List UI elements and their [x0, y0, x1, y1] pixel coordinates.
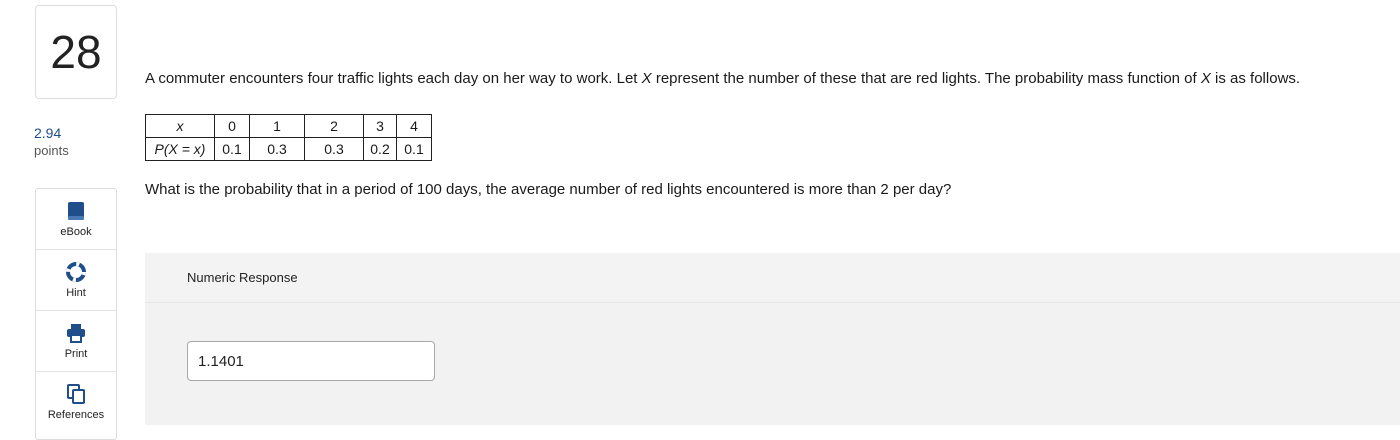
print-label: Print — [64, 347, 88, 360]
stem-text-1: A commuter encounters four traffic light… — [145, 70, 642, 87]
print-button[interactable]: Print — [36, 311, 116, 372]
table-cell: 3 — [363, 114, 397, 138]
table-cell: 0 — [214, 114, 250, 138]
stem-text-3: is as follows. — [1210, 70, 1301, 87]
table-cell: 0.2 — [363, 137, 397, 161]
points-label: points — [34, 143, 69, 158]
ebook-label: eBook — [60, 225, 92, 238]
variable-x-1: X — [641, 70, 652, 87]
numeric-response-input[interactable] — [187, 341, 435, 381]
table-cell: 1 — [249, 114, 305, 138]
pmf-table: x 0 1 2 3 4 P(X = x) 0.1 0.3 0.3 0.2 0.1 — [145, 114, 432, 161]
question-number: 28 — [35, 5, 117, 99]
question-stem: A commuter encounters four traffic light… — [145, 70, 1385, 87]
table-cell: 2 — [304, 114, 364, 138]
pmf-header-row: x 0 1 2 3 4 — [145, 114, 432, 138]
copy-icon — [66, 383, 86, 404]
printer-icon — [66, 323, 86, 343]
tools-panel: eBook Hint Print References — [35, 188, 117, 440]
table-cell: x — [145, 114, 215, 138]
table-cell: 0.1 — [396, 137, 432, 161]
table-cell: 0.3 — [249, 137, 305, 161]
points-block: 2.94 points — [34, 125, 69, 158]
ebook-button[interactable]: eBook — [36, 189, 116, 250]
pmf-prob-row: P(X = x) 0.1 0.3 0.3 0.2 0.1 — [145, 137, 432, 161]
response-heading: Numeric Response — [145, 253, 1400, 303]
followup-question: What is the probability that in a period… — [145, 181, 952, 198]
references-label: References — [47, 408, 105, 421]
hint-button[interactable]: Hint — [36, 250, 116, 311]
hint-label: Hint — [66, 286, 86, 299]
table-cell: P(X = x) — [145, 137, 215, 161]
table-cell: 0.3 — [304, 137, 364, 161]
points-value: 2.94 — [34, 125, 62, 141]
table-cell: 4 — [396, 114, 432, 138]
table-cell: 0.1 — [214, 137, 250, 161]
book-icon — [66, 201, 86, 221]
lifebuoy-icon — [66, 261, 86, 282]
response-panel: Numeric Response — [145, 253, 1400, 425]
variable-x-2: X — [1200, 70, 1211, 87]
stem-text-2: represent the number of these that are r… — [651, 70, 1201, 87]
references-button[interactable]: References — [36, 372, 116, 432]
